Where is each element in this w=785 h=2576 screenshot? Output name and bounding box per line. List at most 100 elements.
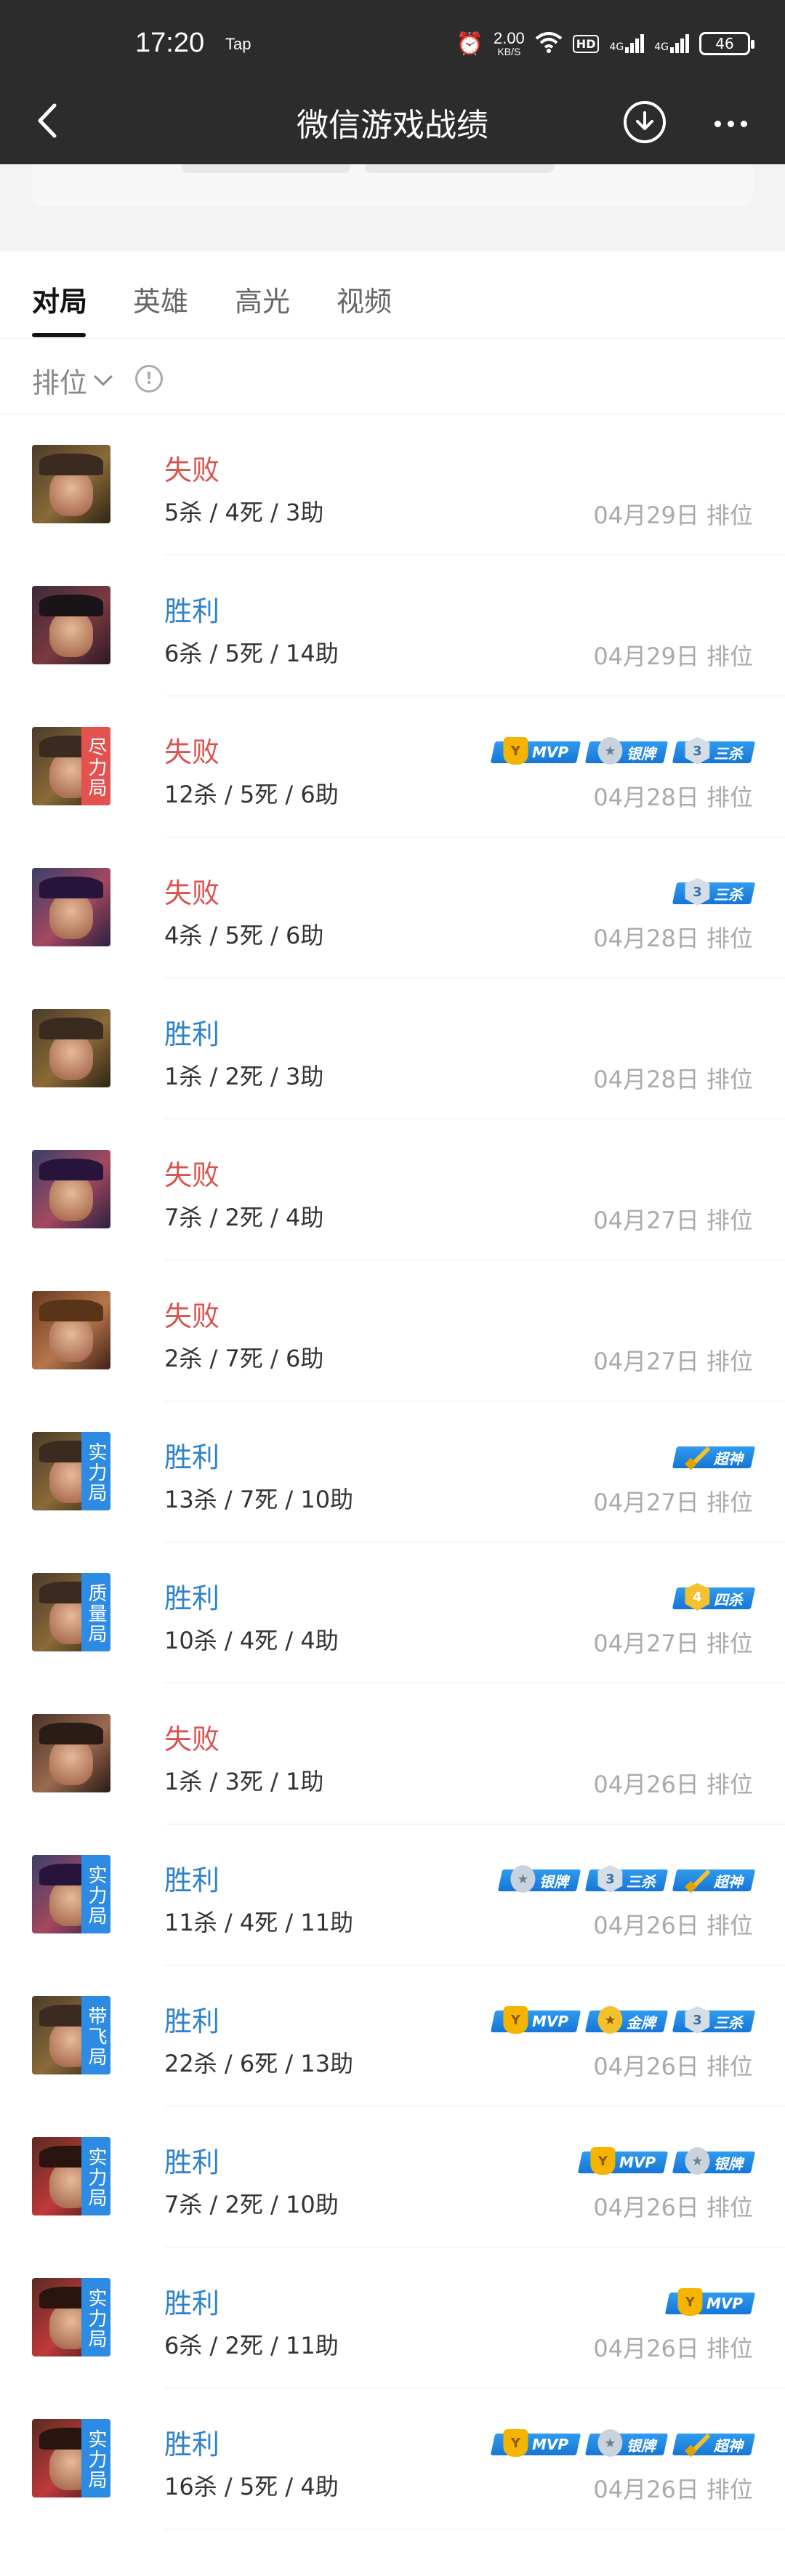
summary-card-button[interactable] [182, 164, 350, 173]
match-mode: 排位 [706, 925, 753, 952]
match-row[interactable]: 失败 4杀 / 5死 / 6助 3 三杀 04月28日 排位 [0, 837, 785, 978]
match-date: 04月26日 [593, 2053, 699, 2080]
achievement-badges: Y MVP ★ 银牌 [577, 2147, 756, 2175]
match-row[interactable]: 带飞局 胜利 22杀 / 6死 / 13助 Y MVP ★ 金牌 3 三杀 04月26日 排位 [0, 1965, 785, 2106]
match-row[interactable]: 实力局 胜利 13杀 / 7死 / 10助 超神 04月27日 排位 [0, 1401, 785, 1542]
hero-avatar: 实力局 [32, 1855, 110, 1933]
match-date: 04月26日 [593, 1912, 699, 1939]
chevron-down-icon [94, 375, 113, 385]
match-date-mode: 04月29日 排位 [593, 638, 753, 672]
badge-label: MVP [531, 744, 568, 761]
hero-avatar [32, 1714, 110, 1792]
badge-silver: ★ 银牌 [584, 737, 669, 765]
match-kda: 6杀 / 5死 / 14助 [164, 640, 339, 667]
hero-avatar: 尽力局 [32, 727, 110, 805]
match-row[interactable]: 实力局 胜利 11杀 / 4死 / 11助 ★ 银牌 3 三杀 超神 04月26日 排位 [0, 1824, 785, 1965]
more-dot-icon [727, 120, 734, 127]
mvp-trophy-icon: Y [503, 2006, 528, 2034]
summary-card-area [0, 164, 785, 251]
hero-portrait-image [32, 868, 110, 946]
match-mode: 排位 [706, 1207, 753, 1234]
match-row[interactable]: 实力局 胜利 6杀 / 2死 / 11助 Y MVP 04月26日 排位 [0, 2247, 785, 2388]
active-tab-indicator [32, 333, 86, 337]
match-row[interactable]: 失败 5杀 / 4死 / 3助 04月29日 排位 [0, 414, 785, 555]
hero-portrait-image [32, 1009, 110, 1087]
match-kda: 13杀 / 7死 / 10助 [164, 1486, 354, 1513]
badge-label: MVP [531, 2436, 568, 2453]
match-result: 胜利 [164, 1864, 220, 1896]
hero-avatar: 实力局 [32, 2278, 110, 2356]
match-mode: 排位 [706, 1348, 753, 1375]
badge-label: MVP [706, 2295, 743, 2312]
match-row[interactable]: 尽力局 失败 12杀 / 5死 / 6助 Y MVP ★ 银牌 3 三杀 04月28日 排位 [0, 696, 785, 837]
match-date-mode: 04月26日 排位 [593, 2330, 753, 2364]
badge-gold: ★ 金牌 [584, 2006, 669, 2034]
title-bar: 微信游戏战绩 [0, 80, 785, 164]
match-row[interactable]: 胜利 6杀 / 5死 / 14助 04月29日 排位 [0, 555, 785, 696]
match-row[interactable]: 失败 2杀 / 7死 / 6助 04月27日 排位 [0, 1260, 785, 1401]
match-result: 失败 [164, 736, 220, 768]
match-kda: 6杀 / 2死 / 11助 [164, 2332, 339, 2359]
match-result: 胜利 [164, 595, 220, 627]
match-mode: 排位 [706, 2053, 753, 2080]
match-row[interactable]: 实力局 胜利 16杀 / 5死 / 4助 Y MVP ★ 银牌 超神 04月26日 排位 [0, 2388, 785, 2529]
badge-label: 超神 [714, 1449, 743, 1468]
match-date: 04月26日 [593, 1771, 699, 1798]
more-options-button[interactable] [709, 102, 752, 145]
hero-avatar [32, 586, 110, 664]
tab-videos[interactable]: 视频 [337, 279, 392, 319]
silver-medal-icon: ★ [685, 2147, 710, 2175]
tab-heroes[interactable]: 英雄 [133, 279, 188, 319]
achievement-badges: Y MVP ★ 银牌 超神 [490, 2429, 756, 2457]
match-date: 04月28日 [593, 925, 699, 952]
match-kda: 10杀 / 4死 / 4助 [164, 1627, 339, 1654]
badge-legendary: 超神 [672, 1446, 756, 1468]
match-kda: 22杀 / 6死 / 13助 [164, 2050, 354, 2077]
achievement-badges: ★ 银牌 3 三杀 超神 [497, 1865, 756, 1893]
match-result: 胜利 [164, 2428, 220, 2460]
match-row[interactable]: 失败 7杀 / 2死 / 4助 04月27日 排位 [0, 1119, 785, 1260]
net-speed: 2.00 KB/S [494, 31, 525, 57]
match-mode: 排位 [706, 502, 753, 529]
badge-legendary: 超神 [672, 1869, 756, 1891]
match-result: 失败 [164, 1723, 220, 1755]
match-mode: 排位 [706, 643, 753, 670]
match-quality-tag: 实力局 [81, 2278, 110, 2356]
mvp-trophy-icon: Y [503, 737, 528, 765]
match-date: 04月28日 [593, 784, 699, 811]
match-result: 失败 [164, 454, 220, 486]
silver-medal-icon: ★ [510, 1865, 536, 1893]
hero-avatar: 质量局 [32, 1573, 110, 1651]
badge-mvp: Y MVP [664, 2288, 756, 2316]
badge-mvp: Y MVP [490, 737, 581, 765]
match-row[interactable]: 质量局 胜利 10杀 / 4死 / 4助 4 四杀 04月27日 排位 [0, 1542, 785, 1683]
match-row[interactable]: 胜利 1杀 / 2死 / 3助 04月28日 排位 [0, 978, 785, 1119]
triple-kill-icon: 3 [685, 2006, 709, 2034]
tab-highlights[interactable]: 高光 [235, 279, 290, 319]
summary-card-button[interactable] [365, 164, 554, 173]
info-icon[interactable]: ! [135, 365, 163, 393]
app-tag: Tap [225, 35, 251, 53]
mvp-trophy-icon: Y [503, 2429, 528, 2457]
match-kda: 5杀 / 4死 / 3助 [164, 499, 324, 526]
match-date-mode: 04月27日 排位 [593, 1343, 753, 1377]
achievement-badges: 4 四杀 [672, 1587, 756, 1609]
hero-portrait-image [32, 445, 110, 523]
hero-portrait-image [32, 1291, 110, 1369]
match-date-mode: 04月27日 排位 [593, 1625, 753, 1659]
tab-matches[interactable]: 对局 [32, 279, 87, 319]
silver-medal-icon: ★ [597, 737, 623, 765]
download-button[interactable] [624, 101, 666, 143]
match-quality-tag: 实力局 [81, 2137, 110, 2215]
achievement-badges: 超神 [672, 1446, 756, 1468]
hero-avatar [32, 1150, 110, 1228]
hero-portrait-image [32, 1150, 110, 1228]
match-date-mode: 04月26日 排位 [593, 1907, 753, 1941]
triple-kill-icon: 3 [685, 737, 709, 765]
badge-label: 超神 [714, 2436, 743, 2455]
match-row[interactable]: 失败 1杀 / 3死 / 1助 04月26日 排位 [0, 1683, 785, 1824]
mode-filter-dropdown[interactable]: 排位 [32, 361, 113, 401]
match-quality-tag: 实力局 [81, 1432, 110, 1510]
match-mode: 排位 [706, 1771, 753, 1798]
match-row[interactable]: 实力局 胜利 7杀 / 2死 / 10助 Y MVP ★ 银牌 04月26日 排位 [0, 2106, 785, 2247]
